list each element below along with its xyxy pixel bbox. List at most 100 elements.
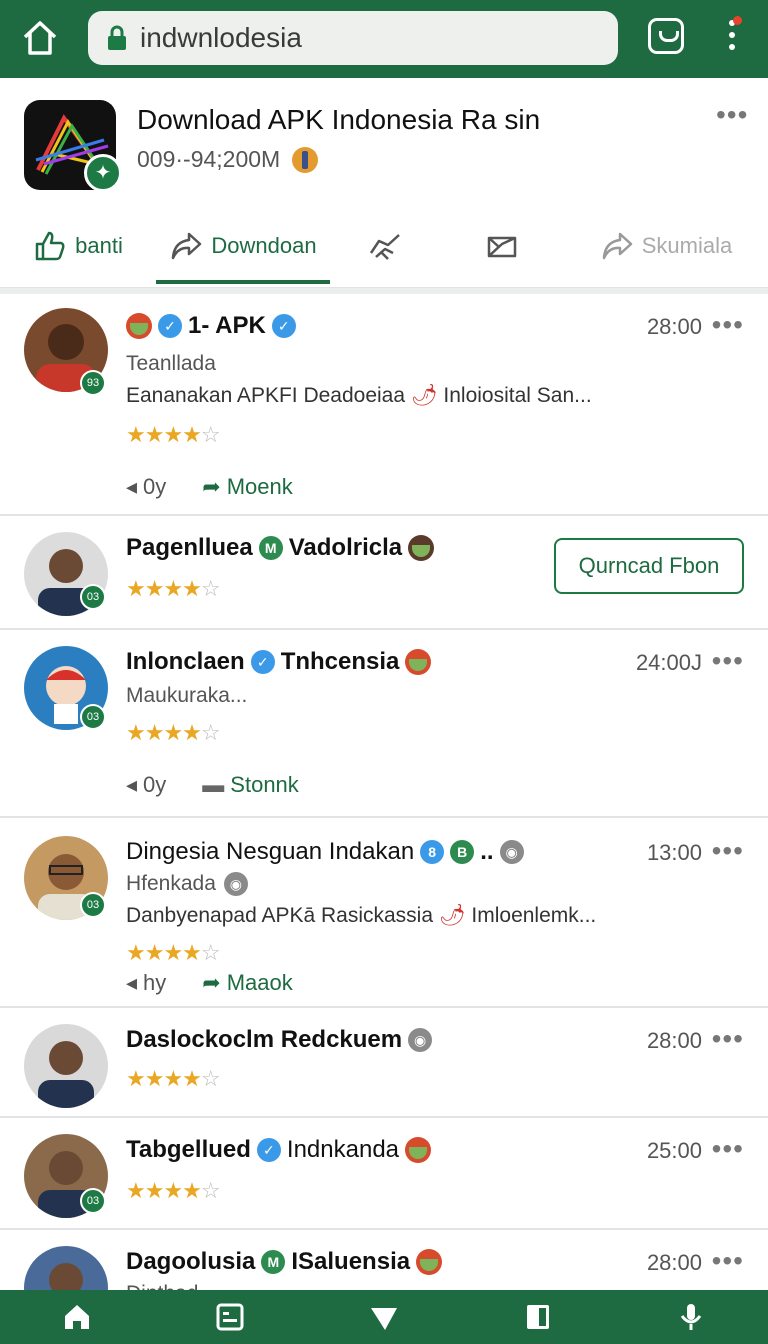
emoji-icon [126,313,152,339]
overflow-menu-icon[interactable] [722,16,742,56]
folder-icon: ▬ [202,772,225,797]
action-download[interactable]: Downdoan [156,208,330,284]
action-message[interactable] [440,208,564,284]
list-item[interactable]: 03 Tabgellued ✓ Indnkanda 25:00 ••• ★★★★… [0,1118,768,1230]
folder-link[interactable]: ▬ Stonnk [202,772,299,798]
reply-count-text: 0y [143,772,167,797]
share-link-text: Maaok [226,970,293,995]
download-button[interactable]: Qurncad Fbon [554,538,744,594]
home-icon[interactable] [20,18,60,58]
url-input[interactable] [140,22,600,54]
author-subtitle: Maukuraka... [126,684,248,707]
avatar-badge: 03 [80,1188,106,1214]
verified-icon: B [450,840,475,864]
avatar [24,1024,108,1108]
reply-count[interactable]: ◂ 0y [126,474,166,500]
more-options-icon[interactable]: ••• [716,101,748,129]
verified-icon: 8 [420,840,445,864]
timestamp: 28:00 [646,314,702,339]
reply-count-text: hy [143,970,167,995]
verified-icon: ✓ [250,650,275,674]
timestamp: 25:00 [646,1138,702,1163]
tabs-icon[interactable] [648,18,684,54]
emoji-icon [405,1137,432,1163]
review-text-part: Danbyenapad APKā Rasickassia [126,904,434,927]
star-rating: ★★★★☆ [126,1066,221,1091]
microphone-icon[interactable] [676,1302,706,1332]
action-like[interactable]: banti [0,208,156,284]
post-meta: ◂ 0y ➦ Moenk [126,474,293,500]
star-rating: ★★★★☆ [126,720,221,745]
author-name-text: Daslockoclm Redckuem [126,1026,403,1053]
action-handshake[interactable] [330,208,440,284]
more-options-icon[interactable]: ••• [712,1025,744,1053]
book-icon[interactable] [523,1302,553,1332]
author-name-text: Dingesia Nesguan Indakan [126,838,415,865]
author-subtitle: Teanllada [126,352,216,375]
review-text: Eananakan APKFI Deadoeiaa 🌶 Inloiosital … [126,384,592,408]
more-options-icon[interactable]: ••• [712,311,744,339]
review-text-part: Inloiosital San... [443,384,592,407]
more-options-icon[interactable]: ••• [712,1135,744,1163]
avatar-badge: 03 [80,892,106,918]
author-subtitle: Hfenkada ◉ [126,872,248,896]
avatar-badge: 03 [80,704,106,730]
chili-icon: 🌶 [410,384,438,407]
author-name[interactable]: Dingesia Nesguan Indakan 8 B .. ◉ [126,838,524,866]
globe-icon: ◉ [499,840,524,864]
verified-icon: M [261,1250,286,1274]
author-name[interactable]: Dagoolusia M ISaluensia [126,1248,443,1276]
list-item[interactable]: Daslockoclm Redckuem ◉ 28:00 ••• ★★★★☆ [0,1008,768,1118]
app-meta: 009·-94;200M [137,146,319,173]
lock-icon [108,25,126,50]
action-like-label: banti [75,233,123,258]
timestamp: 28:00 [646,1028,702,1053]
list-item[interactable]: 93 ✓ 1- APK ✓ 28:00 ••• Teanllada Eanana… [0,294,768,516]
star-rating: ★★★★☆ [126,940,221,965]
star-rating: ★★★★☆ [126,422,221,447]
author-name-text: Indnkanda [286,1136,400,1163]
notification-dot [733,16,742,25]
reply-count-text: 0y [143,474,167,499]
author-name[interactable]: Inlonclaen ✓ Tnhcensia [126,648,432,676]
action-share-label: Skumiala [641,233,733,258]
reply-count[interactable]: ◂ hy [126,970,166,996]
emoji-icon [416,1249,443,1275]
handshake-icon [369,234,400,260]
list-item[interactable]: Dagoolusia M ISaluensia 28:00 ••• Dintha… [0,1230,768,1330]
author-name[interactable]: ✓ 1- APK ✓ [126,312,296,340]
author-name[interactable]: Pagenlluea M Vadolricla [126,534,435,562]
share-arrow-icon [602,232,632,260]
avatar-badge: 93 [80,370,106,396]
list-item[interactable]: 03 Pagenlluea M Vadolricla ★★★★☆ Qurncad… [0,516,768,630]
author-name-text: 1- APK [188,312,266,339]
app-meta-text: 009·-94;200M [137,146,281,172]
author-name-text: Vadolricla [288,534,403,561]
list-item[interactable]: 03 Inlonclaen ✓ Tnhcensia 24:00J ••• Mau… [0,630,768,818]
more-options-icon[interactable]: ••• [712,837,744,865]
avatar-badge: 03 [80,584,106,610]
author-name[interactable]: Daslockoclm Redckuem ◉ [126,1026,433,1054]
post-meta: ◂ 0y ▬ Stonnk [126,772,299,798]
author-name-text: Dagoolusia [126,1248,256,1275]
share-link[interactable]: ➦ Maaok [202,970,292,996]
share-arrow-icon [172,232,202,260]
address-bar[interactable] [88,11,618,65]
action-share[interactable]: Skumiala [564,208,768,284]
more-options-icon[interactable]: ••• [712,1247,744,1275]
share-link-text: Moenk [226,474,293,499]
author-name[interactable]: Tabgellued ✓ Indnkanda [126,1136,432,1164]
review-text-part: Imloenlemk... [471,904,597,927]
list-icon[interactable] [215,1302,245,1332]
more-options-icon[interactable]: ••• [712,647,744,675]
verified-icon: M [258,536,283,560]
tag-icon[interactable] [369,1302,399,1332]
home-icon[interactable] [62,1302,92,1332]
share-link[interactable]: ➦ Moenk [202,474,292,500]
author-name-text: Inlonclaen [126,648,245,675]
thumbs-up-icon [35,231,65,261]
list-item[interactable]: 03 Dingesia Nesguan Indakan 8 B .. ◉ 13:… [0,818,768,1008]
verified-icon: ✓ [158,314,182,338]
timestamp: 28:00 [646,1250,702,1275]
reply-count[interactable]: ◂ 0y [126,772,166,798]
